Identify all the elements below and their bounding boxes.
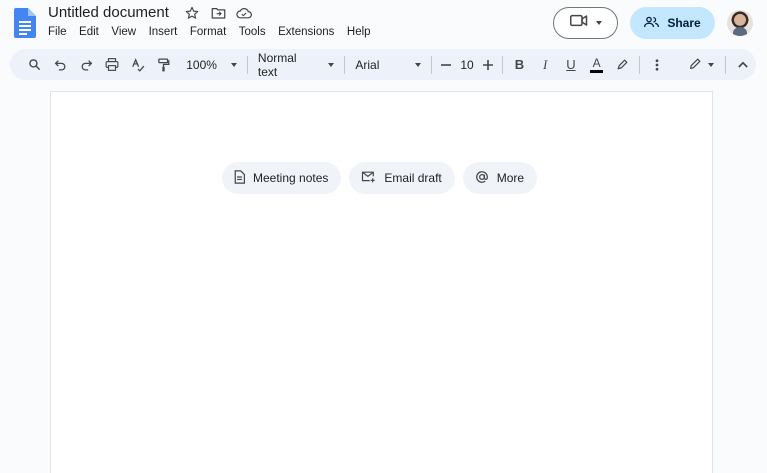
chevron-up-icon[interactable] <box>730 53 756 77</box>
chip-label: Meeting notes <box>253 171 329 185</box>
increase-font-size-icon[interactable] <box>478 53 498 77</box>
meeting-notes-chip[interactable]: Meeting notes <box>222 162 342 194</box>
editing-mode-button[interactable] <box>682 53 722 77</box>
paragraph-style-value: Normal text <box>257 50 297 79</box>
font-family-select[interactable]: Arial <box>349 58 427 72</box>
star-icon[interactable] <box>184 5 200 21</box>
search-menus-icon[interactable] <box>22 53 48 77</box>
bold-button[interactable]: B <box>507 53 533 77</box>
share-button[interactable]: Share <box>630 7 715 39</box>
decrease-font-size-icon[interactable] <box>436 53 456 77</box>
chip-label: More <box>496 171 525 185</box>
toolbar-divider <box>725 55 727 74</box>
zoom-select[interactable]: 100% <box>180 58 243 72</box>
document-icon <box>234 169 245 187</box>
move-folder-icon[interactable] <box>210 5 226 21</box>
menu-format[interactable]: Format <box>190 25 226 39</box>
menu-edit[interactable]: Edit <box>79 25 99 39</box>
chevron-down-icon <box>708 62 715 67</box>
paint-format-icon[interactable] <box>151 53 177 77</box>
italic-button[interactable]: I <box>532 53 558 77</box>
text-color-letter: A <box>592 55 601 70</box>
zoom-value: 100% <box>186 57 217 72</box>
avatar[interactable] <box>727 10 753 36</box>
more-chip[interactable]: More <box>462 162 538 194</box>
chevron-down-icon <box>328 62 335 67</box>
toolbar-divider <box>246 55 248 74</box>
chevron-down-icon <box>230 62 237 67</box>
undo-icon[interactable] <box>48 53 74 77</box>
document-title[interactable]: Untitled document <box>48 4 169 21</box>
text-color-button[interactable]: A <box>584 53 610 77</box>
document-page[interactable] <box>50 91 713 473</box>
menu-bar: File Edit View Insert Format Tools Exten… <box>48 25 383 39</box>
cloud-saved-icon[interactable] <box>236 5 252 21</box>
highlight-pen-icon[interactable] <box>609 53 635 77</box>
meet-call-button[interactable] <box>553 7 618 39</box>
chip-label: Email draft <box>384 171 442 185</box>
print-icon[interactable] <box>99 53 125 77</box>
underline-button[interactable]: U <box>558 53 584 77</box>
menu-help[interactable]: Help <box>347 25 371 39</box>
redo-icon[interactable] <box>73 53 99 77</box>
toolbar-divider <box>639 55 641 74</box>
template-chips: Meeting notes Email draft More <box>222 162 538 194</box>
email-draft-icon <box>361 171 376 186</box>
font-size-input[interactable]: 10 <box>456 53 478 77</box>
email-draft-chip[interactable]: Email draft <box>349 162 455 194</box>
at-sign-icon <box>475 170 489 187</box>
toolbar-divider <box>431 55 433 74</box>
pencil-icon <box>689 57 702 73</box>
paragraph-style-select[interactable]: Normal text <box>252 51 340 79</box>
font-family-value: Arial <box>355 57 380 72</box>
menu-insert[interactable]: Insert <box>149 25 178 39</box>
docs-logo-icon[interactable] <box>14 8 36 38</box>
spellcheck-icon[interactable] <box>125 53 151 77</box>
menu-tools[interactable]: Tools <box>239 25 266 39</box>
menu-file[interactable]: File <box>48 25 67 39</box>
video-camera-icon <box>569 14 588 32</box>
more-options-icon[interactable] <box>644 53 670 77</box>
people-icon <box>644 16 660 31</box>
chevron-down-icon <box>595 21 602 25</box>
formatting-toolbar: 100% Normal text Arial 10 B I U A <box>10 49 756 80</box>
share-label: Share <box>667 16 701 30</box>
chevron-down-icon <box>415 62 422 67</box>
toolbar-divider <box>501 55 503 74</box>
text-color-swatch <box>590 69 604 73</box>
menu-view[interactable]: View <box>111 25 136 39</box>
menu-extensions[interactable]: Extensions <box>278 25 334 39</box>
toolbar-divider <box>344 55 346 74</box>
